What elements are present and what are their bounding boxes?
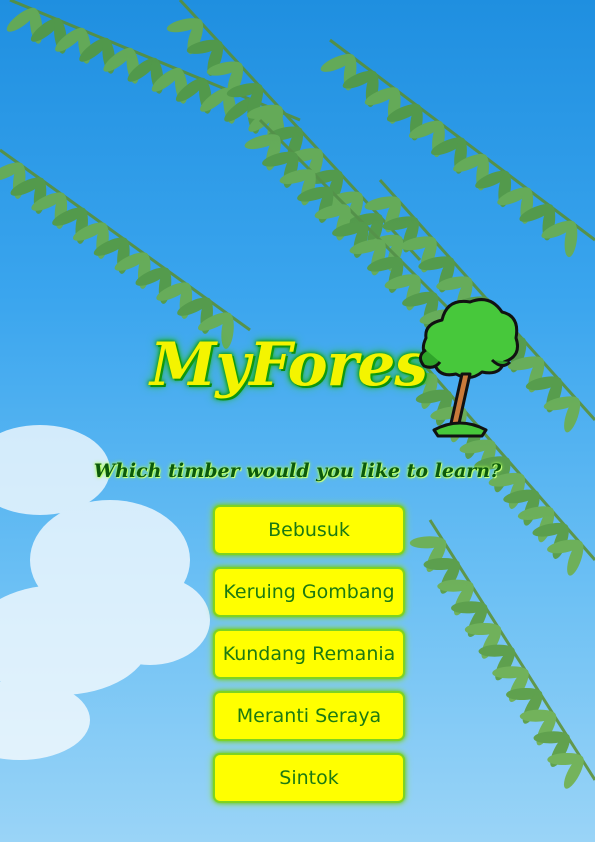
timber-button-kundang-remania[interactable]: Kundang Remania [213,629,405,679]
timber-button-sintok[interactable]: Sintok [213,753,405,803]
tree-icon [419,298,519,438]
timber-button-meranti-seraya[interactable]: Meranti Seraya [213,691,405,741]
prompt-heading: Which timber would you like to learn? [93,460,502,482]
app-logo: MyFores [150,298,519,440]
timber-menu: Bebusuk Keruing Gombang Kundang Remania … [213,505,409,815]
timber-button-bebusuk[interactable]: Bebusuk [213,505,405,555]
timber-button-keruing-gombang[interactable]: Keruing Gombang [213,567,405,617]
logo-text: MyFores [150,330,428,400]
